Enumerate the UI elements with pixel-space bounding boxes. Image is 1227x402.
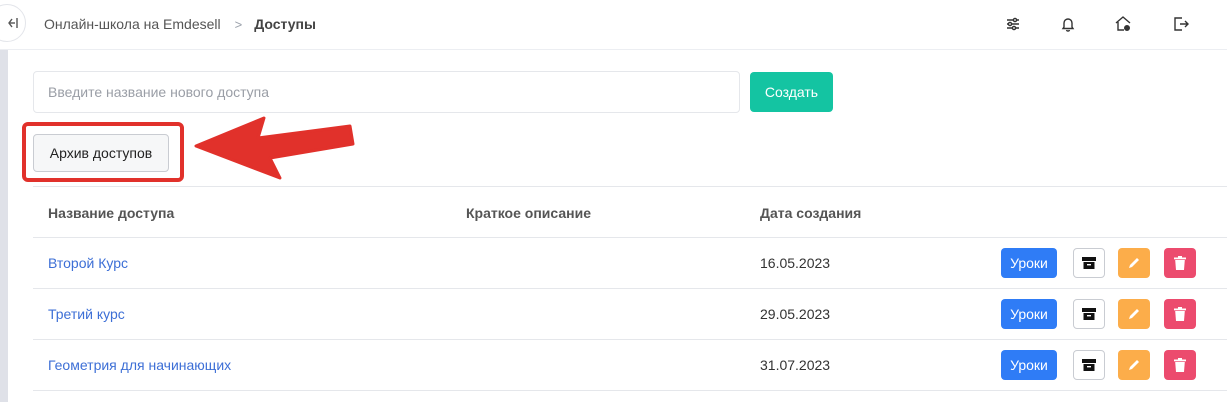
logout-icon[interactable] <box>1169 12 1193 36</box>
trash-icon <box>1174 358 1186 372</box>
table-row: Второй Курс 16.05.2023 Уроки <box>33 238 1227 289</box>
breadcrumb-current: Доступы <box>254 16 316 32</box>
trash-icon <box>1174 307 1186 321</box>
edit-button[interactable] <box>1118 248 1150 278</box>
home-settings-icon[interactable] <box>1111 12 1135 36</box>
header-name: Название доступа <box>48 205 175 221</box>
delete-button[interactable] <box>1164 248 1196 278</box>
sidebar-collapse-button[interactable] <box>0 4 26 42</box>
access-name-link[interactable]: Второй Курс <box>48 238 128 288</box>
access-created-date: 31.07.2023 <box>760 357 831 373</box>
annotation-arrow <box>194 116 355 180</box>
table-header: Название доступа Краткое описание Дата с… <box>33 186 1227 238</box>
archive-box-icon <box>1082 359 1096 371</box>
table-row: Геометрия для начинающих 31.07.2023 Урок… <box>33 340 1227 391</box>
access-table: Название доступа Краткое описание Дата с… <box>33 186 1227 391</box>
edit-button[interactable] <box>1118 299 1150 329</box>
archive-row-button[interactable] <box>1073 299 1105 329</box>
archive-row-button[interactable] <box>1073 248 1105 278</box>
header-description: Краткое описание <box>466 205 591 221</box>
lessons-button[interactable]: Уроки <box>1001 299 1057 329</box>
pencil-icon <box>1129 258 1139 268</box>
new-access-input[interactable] <box>33 71 740 113</box>
header-created: Дата создания <box>760 205 862 221</box>
create-button[interactable]: Создать <box>750 72 833 112</box>
archive-box-icon <box>1082 257 1096 269</box>
pencil-icon <box>1129 309 1139 319</box>
access-created-date: 29.05.2023 <box>760 306 831 322</box>
breadcrumb-school-link[interactable]: Онлайн-школа на Emdesell <box>44 16 221 32</box>
access-created-date: 16.05.2023 <box>760 255 831 271</box>
archive-button[interactable]: Архив доступов <box>33 134 169 172</box>
lessons-button[interactable]: Уроки <box>1001 350 1057 380</box>
delete-button[interactable] <box>1164 299 1196 329</box>
edit-button[interactable] <box>1118 350 1150 380</box>
access-name-link[interactable]: Геометрия для начинающих <box>48 340 231 390</box>
delete-button[interactable] <box>1164 350 1196 380</box>
trash-icon <box>1174 256 1186 270</box>
collapse-left-icon <box>8 18 18 28</box>
lessons-button[interactable]: Уроки <box>1001 248 1057 278</box>
left-rail <box>0 50 8 402</box>
sliders-icon[interactable] <box>1001 12 1025 36</box>
archive-row-button[interactable] <box>1073 350 1105 380</box>
access-name-link[interactable]: Третий курс <box>48 289 125 339</box>
breadcrumb: Онлайн-школа на Emdesell > Доступы <box>44 0 316 48</box>
table-row: Третий курс 29.05.2023 Уроки <box>33 289 1227 340</box>
topbar: Онлайн-школа на Emdesell > Доступы <box>0 0 1227 50</box>
breadcrumb-separator: > <box>234 16 243 32</box>
bell-icon[interactable] <box>1056 12 1080 36</box>
pencil-icon <box>1129 360 1139 370</box>
archive-box-icon <box>1082 308 1096 320</box>
